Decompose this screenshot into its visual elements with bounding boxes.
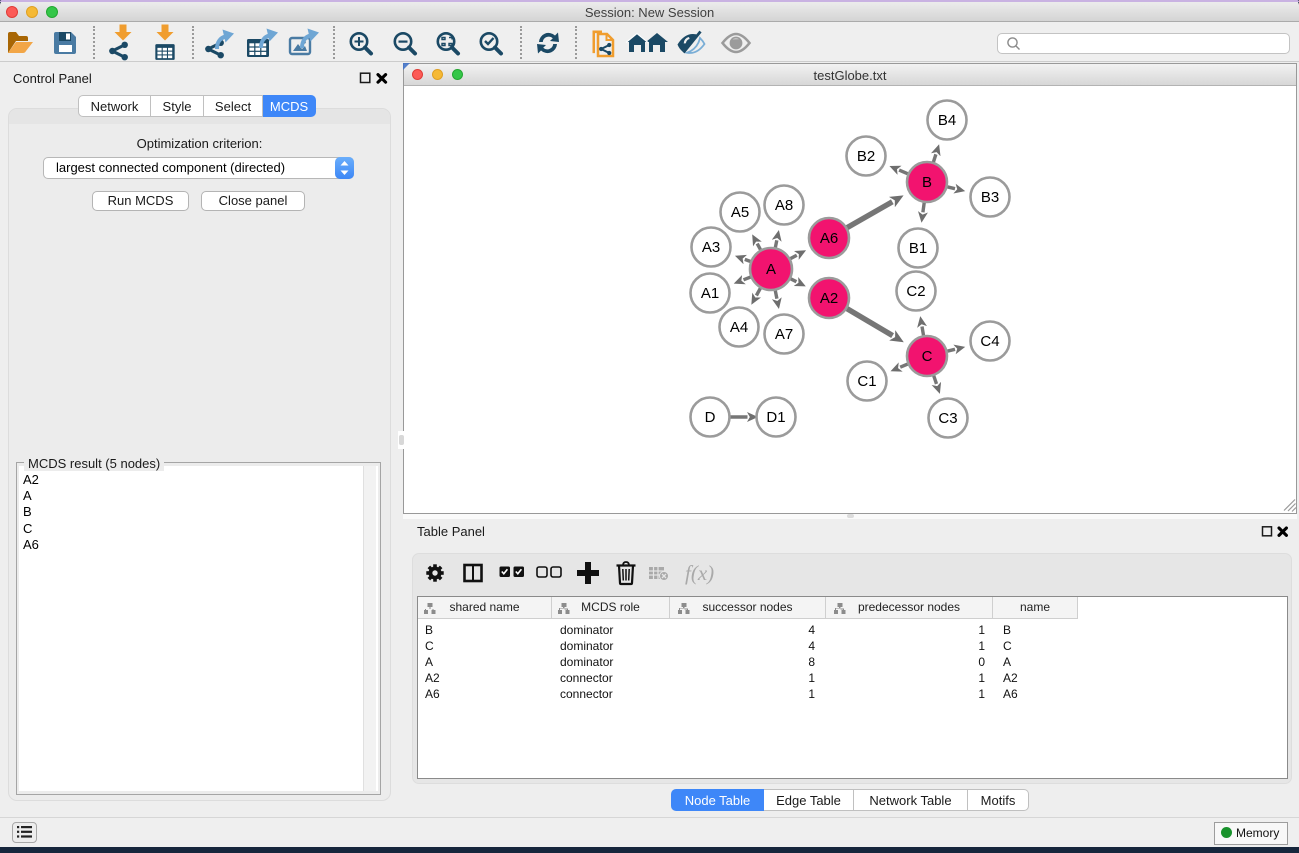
- svg-text:f(x): f(x): [685, 561, 714, 585]
- svg-text:C: C: [922, 348, 933, 365]
- svg-text:B2: B2: [857, 148, 875, 165]
- svg-text:C2: C2: [906, 283, 925, 300]
- svg-text:C1: C1: [857, 373, 876, 390]
- svg-text:A3: A3: [702, 239, 720, 256]
- svg-text:A6: A6: [820, 230, 838, 247]
- svg-text:D1: D1: [766, 409, 785, 426]
- svg-text:C4: C4: [980, 333, 999, 350]
- svg-text:A5: A5: [731, 204, 749, 221]
- svg-text:A: A: [766, 261, 776, 278]
- svg-text:B4: B4: [938, 112, 956, 129]
- svg-text:A2: A2: [820, 290, 838, 307]
- svg-text:D: D: [705, 409, 716, 426]
- svg-text:B1: B1: [909, 240, 927, 257]
- svg-text:C3: C3: [938, 410, 957, 427]
- svg-text:B: B: [922, 174, 932, 191]
- svg-text:A1: A1: [701, 285, 719, 302]
- svg-text:A7: A7: [775, 326, 793, 343]
- svg-text:A4: A4: [730, 319, 748, 336]
- svg-text:B3: B3: [981, 189, 999, 206]
- svg-text:A8: A8: [775, 197, 793, 214]
